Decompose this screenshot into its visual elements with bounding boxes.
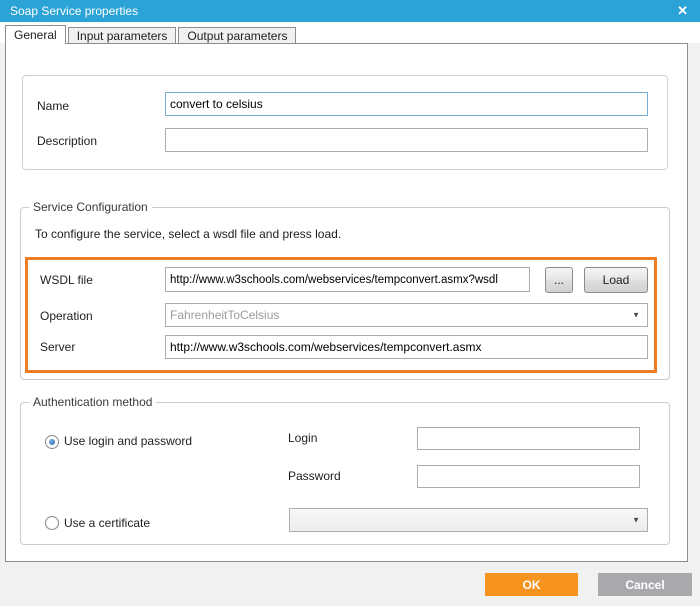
use-login-password-radio[interactable]	[45, 435, 59, 449]
use-certificate-radio[interactable]	[45, 516, 59, 530]
title-bar: Soap Service properties ✕	[0, 0, 700, 22]
ok-button[interactable]: OK	[485, 573, 578, 596]
tab-output-parameters[interactable]: Output parameters	[178, 27, 296, 43]
tab-general-label: General	[14, 28, 57, 42]
operation-dropdown[interactable]: FahrenheitToCelsius ▼	[165, 303, 648, 327]
name-description-groupbox	[22, 75, 668, 170]
use-certificate-label: Use a certificate	[64, 516, 150, 531]
description-label: Description	[37, 134, 97, 149]
tab-input-parameters[interactable]: Input parameters	[68, 27, 177, 43]
use-login-password-label: Use login and password	[64, 434, 192, 449]
name-label: Name	[37, 99, 69, 114]
wsdl-file-input[interactable]	[165, 267, 530, 292]
operation-label: Operation	[40, 309, 93, 324]
soap-service-properties-dialog: Soap Service properties ✕ General Input …	[0, 0, 700, 606]
load-button[interactable]: Load	[584, 267, 648, 293]
certificate-dropdown[interactable]: ▼	[289, 508, 648, 532]
tab-output-parameters-label: Output parameters	[187, 29, 287, 43]
description-input[interactable]	[165, 128, 648, 152]
authentication-method-legend: Authentication method	[29, 395, 156, 409]
close-icon[interactable]: ✕	[677, 0, 688, 22]
wsdl-file-label: WSDL file	[40, 273, 93, 288]
name-input[interactable]	[165, 92, 648, 116]
chevron-down-icon: ▼	[632, 311, 640, 320]
browse-button[interactable]: ...	[545, 267, 573, 293]
operation-selected-value: FahrenheitToCelsius	[170, 306, 643, 324]
chevron-down-icon: ▼	[632, 516, 640, 525]
login-label: Login	[288, 431, 317, 446]
server-label: Server	[40, 340, 75, 355]
window-title: Soap Service properties	[10, 0, 138, 22]
password-input[interactable]	[417, 465, 640, 488]
password-label: Password	[288, 469, 341, 484]
tab-general[interactable]: General	[5, 25, 66, 44]
radio-dot	[49, 439, 55, 445]
server-input[interactable]	[165, 335, 648, 359]
cancel-button[interactable]: Cancel	[598, 573, 692, 596]
service-config-instruction: To configure the service, select a wsdl …	[35, 227, 341, 242]
tab-bar: General Input parameters Output paramete…	[5, 25, 298, 44]
tab-input-parameters-label: Input parameters	[77, 29, 168, 43]
login-input[interactable]	[417, 427, 640, 450]
service-configuration-legend: Service Configuration	[29, 200, 152, 214]
